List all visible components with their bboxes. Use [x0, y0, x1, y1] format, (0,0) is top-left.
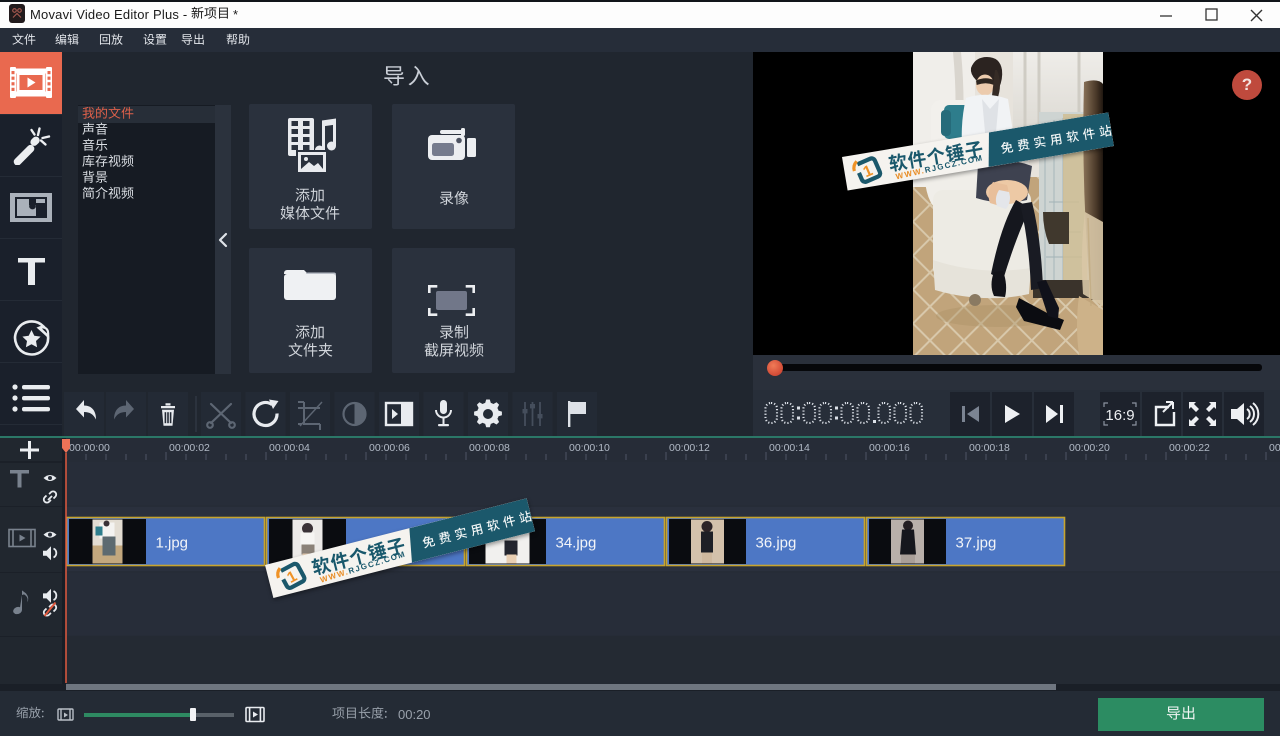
svg-text:00:00:24: 00:00:24	[1269, 442, 1280, 454]
svg-text:00:00:04: 00:00:04	[269, 442, 310, 454]
svg-text:34.jpg: 34.jpg	[556, 535, 597, 552]
svg-text:36.jpg: 36.jpg	[756, 535, 797, 552]
svg-text:00:00:08: 00:00:08	[469, 442, 510, 454]
svg-text:1.jpg: 1.jpg	[156, 535, 189, 552]
svg-text:00:00:18: 00:00:18	[969, 442, 1010, 454]
svg-text:00:00:22: 00:00:22	[1169, 442, 1210, 454]
svg-text:00:00:16: 00:00:16	[869, 442, 910, 454]
svg-text:37.jpg: 37.jpg	[956, 535, 997, 552]
svg-text:16:9: 16:9	[1105, 407, 1134, 424]
svg-text:00:00:10: 00:00:10	[569, 442, 610, 454]
svg-text:00:00:06: 00:00:06	[369, 442, 410, 454]
svg-text:00:00:20: 00:00:20	[1069, 442, 1110, 454]
svg-text:00:00:12: 00:00:12	[669, 442, 710, 454]
svg-text:00:00:02: 00:00:02	[169, 442, 210, 454]
svg-text:00:00:14: 00:00:14	[769, 442, 810, 454]
svg-text:00:00:00: 00:00:00	[69, 442, 110, 454]
